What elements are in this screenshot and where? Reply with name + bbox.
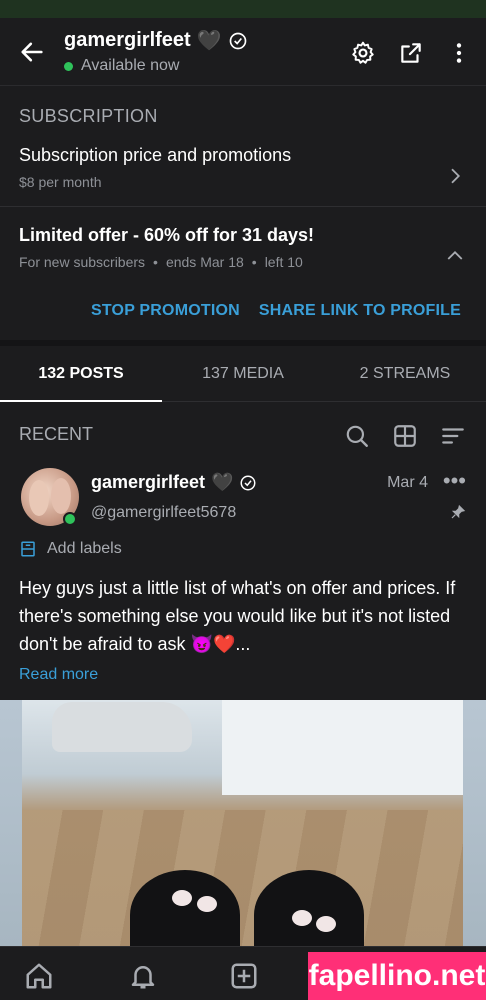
tab-media[interactable]: 137 MEDIA bbox=[162, 346, 324, 401]
chevron-up-icon[interactable] bbox=[446, 247, 464, 265]
image-toe bbox=[172, 890, 192, 906]
heart-emoji: 🖤 bbox=[211, 472, 234, 492]
post-media[interactable] bbox=[0, 700, 486, 946]
subscription-heading: SUBSCRIPTION bbox=[19, 106, 158, 126]
image-toe bbox=[292, 910, 312, 926]
add-labels-button[interactable]: Add labels bbox=[19, 540, 122, 558]
heart-emoji: 🖤 bbox=[196, 30, 222, 52]
post-text: Hey guys just a little list of what's on… bbox=[19, 578, 456, 654]
share-link-button[interactable]: SHARE LINK TO PROFILE bbox=[259, 302, 461, 320]
read-more-link[interactable]: Read more bbox=[19, 666, 98, 684]
recent-header: RECENT bbox=[0, 402, 486, 468]
top-app-bar: gamergirlfeet 🖤 Available now bbox=[0, 18, 486, 86]
subscription-price-row[interactable]: Subscription price and promotions $8 per… bbox=[0, 127, 486, 206]
tab-posts[interactable]: 132 POSTS bbox=[0, 346, 162, 402]
settings-gear-icon[interactable] bbox=[350, 40, 376, 66]
label-icon bbox=[21, 541, 35, 557]
top-actions bbox=[350, 40, 472, 66]
search-icon[interactable] bbox=[344, 423, 370, 449]
profile-title: gamergirlfeet 🖤 bbox=[64, 28, 248, 53]
recent-label: RECENT bbox=[19, 424, 94, 444]
add-labels-label: Add labels bbox=[47, 540, 122, 557]
subscription-price-value: $8 per month bbox=[19, 174, 102, 190]
profile-title-area: gamergirlfeet 🖤 Available now bbox=[64, 28, 248, 75]
image-toe bbox=[316, 916, 336, 932]
offer-remaining: left 10 bbox=[264, 254, 303, 270]
meta-separator: • bbox=[251, 254, 257, 270]
profile-name: gamergirlfeet bbox=[64, 29, 191, 51]
image-floor bbox=[22, 810, 463, 946]
availability-status: Available now bbox=[64, 57, 248, 75]
post-author-handle: @gamergirlfeet5678 bbox=[91, 504, 237, 521]
offer-audience: For new subscribers bbox=[19, 254, 146, 270]
verified-icon bbox=[240, 475, 256, 490]
image-shoe bbox=[52, 702, 192, 752]
grid-view-icon[interactable] bbox=[392, 423, 418, 449]
limited-offer-row[interactable]: Limited offer - 60% off for 31 days! For… bbox=[0, 207, 486, 286]
post-more-icon[interactable]: ••• bbox=[443, 468, 466, 494]
more-vertical-icon[interactable] bbox=[446, 40, 472, 66]
online-dot-icon bbox=[63, 512, 77, 526]
image-toe bbox=[197, 896, 217, 912]
post-card: gamergirlfeet 🖤 @gamergirlfeet5678 Mar 4… bbox=[0, 468, 486, 698]
add-post-icon[interactable] bbox=[229, 961, 259, 991]
subscription-price-title: Subscription price and promotions bbox=[19, 145, 292, 165]
share-icon[interactable] bbox=[398, 40, 424, 66]
image-wall bbox=[222, 700, 463, 795]
system-status-bar bbox=[0, 0, 486, 18]
post-date: Mar 4 bbox=[387, 474, 428, 491]
recent-actions bbox=[344, 423, 466, 449]
watermark: fapellino.net bbox=[308, 952, 486, 1000]
notifications-bell-icon[interactable] bbox=[128, 961, 158, 991]
sort-icon[interactable] bbox=[440, 423, 466, 449]
back-arrow-icon[interactable] bbox=[18, 38, 46, 66]
profile-tabs: 132 POSTS 137 MEDIA 2 STREAMS bbox=[0, 346, 486, 402]
home-icon[interactable] bbox=[24, 961, 54, 991]
meta-separator: • bbox=[153, 254, 158, 270]
online-dot-icon bbox=[64, 61, 73, 71]
stop-promotion-button[interactable]: STOP PROMOTION bbox=[91, 302, 240, 320]
verified-icon bbox=[229, 32, 246, 49]
availability-label: Available now bbox=[81, 57, 180, 74]
limited-offer-meta: For new subscribers • ends Mar 18 • left… bbox=[19, 254, 467, 270]
offer-end-date: ends Mar 18 bbox=[165, 254, 244, 270]
post-author-name[interactable]: gamergirlfeet 🖤 bbox=[91, 472, 257, 493]
post-image bbox=[22, 700, 463, 946]
pin-icon[interactable] bbox=[450, 504, 466, 520]
limited-offer-title: Limited offer - 60% off for 31 days! bbox=[19, 225, 315, 245]
post-author-label: gamergirlfeet bbox=[91, 472, 206, 492]
chevron-right-icon bbox=[451, 168, 461, 184]
subscription-section: SUBSCRIPTION Subscription price and prom… bbox=[0, 86, 486, 340]
tab-streams[interactable]: 2 STREAMS bbox=[324, 346, 486, 401]
offer-actions: STOP PROMOTION SHARE LINK TO PROFILE bbox=[0, 286, 486, 340]
